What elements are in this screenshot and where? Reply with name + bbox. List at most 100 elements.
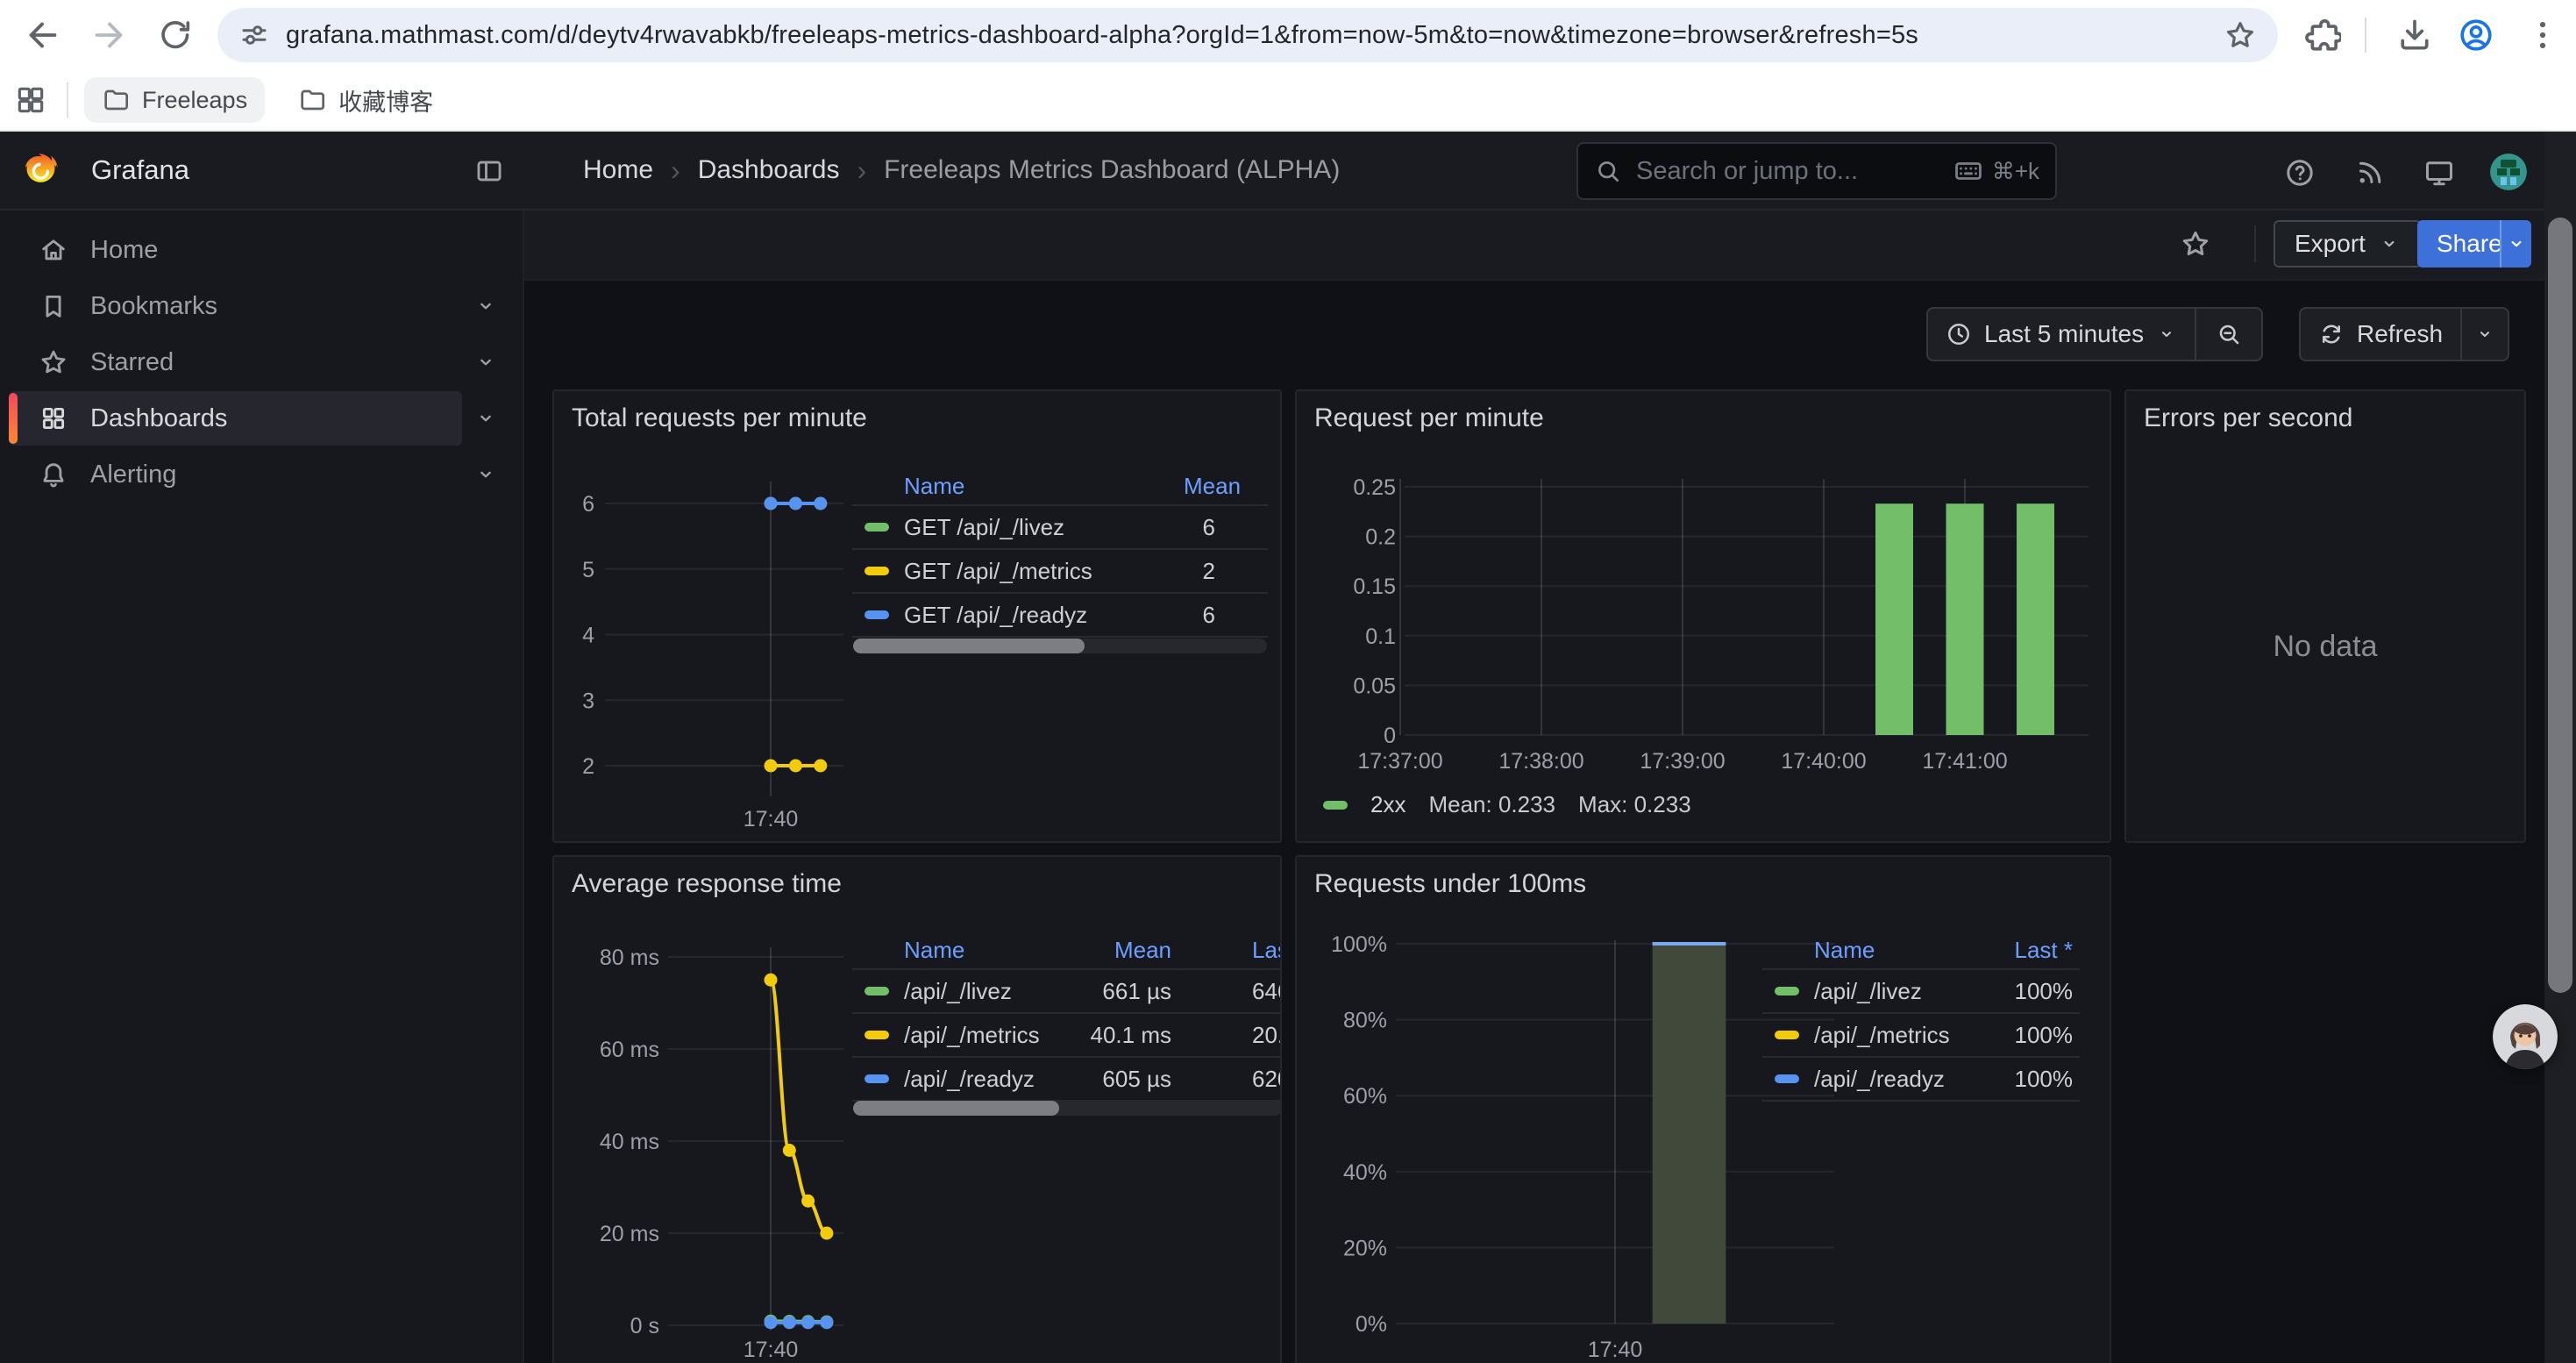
floating-assistant-avatar[interactable] (2493, 1004, 2558, 1069)
sidebar-item-bookmarks[interactable]: Bookmarks (9, 279, 462, 333)
svg-text:17:41:00: 17:41:00 (1922, 749, 2007, 774)
extensions-icon[interactable] (2302, 16, 2341, 54)
bookmarks-bar: Freeleaps 收藏博客 (0, 70, 2576, 132)
chevron-down-icon (473, 406, 498, 431)
bookmark-star-icon[interactable] (2224, 18, 2257, 52)
svg-text:3: 3 (582, 689, 594, 713)
forward-icon[interactable] (89, 15, 129, 55)
legend-row[interactable]: /api/_/metrics100% (1762, 1014, 2080, 1058)
window-scrollbar-thumb[interactable] (2548, 218, 2572, 993)
bookmark-chips: Freeleaps 收藏博客 (84, 77, 451, 123)
sidebar-item-label: Dashboards (90, 404, 227, 433)
legend-row[interactable]: /api/_/livez100% (1762, 970, 2080, 1014)
legend-header: NameMean (852, 468, 1268, 506)
share-dropdown-button[interactable] (2500, 220, 2531, 268)
panel-total-requests-per-minute: Total requests per minute 6543217:40 Nam… (552, 389, 1282, 843)
legend-row[interactable]: /api/_/readyz100% (1762, 1058, 2080, 1102)
zoom-out-button[interactable] (2196, 309, 2261, 360)
chevron-down-icon (473, 294, 498, 318)
export-button[interactable]: Export (2274, 220, 2422, 268)
legend-scrollbar[interactable] (853, 639, 1267, 653)
sidebar-item-label: Home (90, 236, 158, 265)
series-swatch (865, 1074, 889, 1083)
back-icon[interactable] (23, 15, 63, 55)
search-input[interactable] (1634, 156, 1941, 187)
panel-title[interactable]: Errors per second (2144, 403, 2352, 433)
download-icon[interactable] (2395, 16, 2434, 54)
grid-icon (39, 403, 68, 433)
legend-table: NameMeanGET /api/_/livez6GET /api/_/metr… (852, 468, 1268, 638)
actions-divider (2254, 225, 2256, 262)
favorite-star-icon[interactable] (2180, 228, 2211, 260)
series-swatch (865, 523, 889, 532)
breadcrumb-separator: › (857, 154, 866, 187)
svg-text:80%: 80% (1343, 1009, 1387, 1033)
refresh-interval-dropdown[interactable] (2462, 309, 2508, 360)
svg-text:6: 6 (582, 492, 594, 517)
svg-text:17:40: 17:40 (1588, 1338, 1643, 1362)
profile-icon[interactable] (2457, 16, 2495, 54)
series-swatch (865, 610, 889, 619)
legend-header: NameMeanLas (852, 932, 1282, 970)
legend-row[interactable]: GET /api/_/livez6 (852, 506, 1268, 550)
address-bar[interactable]: grafana.mathmast.com/d/deytv4rwavabkb/fr… (217, 8, 2278, 62)
bookmark-item[interactable]: 收藏博客 (281, 77, 451, 123)
panel-request-per-minute: Request per minute 0.250.20.150.10.05017… (1295, 389, 2111, 843)
time-range-controls: Last 5 minutes (1926, 307, 2263, 361)
legend-table: NameLast */api/_/livez100%/api/_/metrics… (1762, 932, 2080, 1102)
site-info-icon[interactable] (238, 19, 270, 51)
search-box[interactable]: ⌘+k (1576, 142, 2057, 200)
user-avatar[interactable] (2490, 153, 2527, 190)
sidebar-item-alerting[interactable]: Alerting (9, 447, 462, 502)
legend-scrollbar-thumb[interactable] (853, 1101, 1059, 1116)
svg-text:0: 0 (1384, 724, 1396, 748)
legend-row[interactable]: /api/_/livez661 µs646 (852, 970, 1282, 1014)
breadcrumb-item[interactable]: Dashboards (698, 155, 840, 185)
legend-header: NameLast * (1762, 932, 2080, 970)
url-text: grafana.mathmast.com/d/deytv4rwavabkb/fr… (286, 21, 2208, 50)
sidebar-item-label: Starred (90, 348, 174, 377)
grafana-logo[interactable] (19, 149, 61, 191)
folder-icon (298, 86, 326, 114)
sidebar-item-dashboards[interactable]: Dashboards (9, 391, 462, 446)
help-icon[interactable] (2284, 157, 2316, 189)
legend-scrollbar[interactable] (853, 1101, 1282, 1116)
series-swatch (1775, 1031, 1799, 1039)
zoom-out-icon (2216, 321, 2242, 347)
apps-grid-icon[interactable] (14, 83, 47, 117)
legend-row[interactable]: GET /api/_/readyz6 (852, 594, 1268, 638)
svg-text:0.2: 0.2 (1365, 525, 1396, 550)
sidebar-item-starred[interactable]: Starred (9, 335, 462, 389)
sidebar-collapse-icon[interactable] (474, 156, 504, 186)
legend-row[interactable]: /api/_/metrics40.1 ms20.5 r (852, 1014, 1282, 1058)
browser-toolbar: grafana.mathmast.com/d/deytv4rwavabkb/fr… (0, 0, 2576, 70)
chevron-down-icon (2505, 232, 2528, 255)
svg-text:60%: 60% (1343, 1084, 1387, 1109)
svg-text:17:40:00: 17:40:00 (1781, 749, 1866, 774)
breadcrumb-item[interactable]: Home (583, 155, 653, 185)
rss-icon[interactable] (2354, 157, 2386, 189)
bookmark-item[interactable]: Freeleaps (84, 77, 265, 123)
legend-row[interactable]: GET /api/_/metrics2 (852, 550, 1268, 594)
reload-icon[interactable] (156, 16, 195, 54)
refresh-button[interactable]: Refresh (2301, 309, 2460, 360)
time-range-picker[interactable]: Last 5 minutes (1928, 309, 2195, 360)
monitor-icon[interactable] (2423, 157, 2455, 189)
legend[interactable]: 2xx Mean: 0.233 Max: 0.233 (1323, 791, 1691, 818)
svg-text:40%: 40% (1343, 1160, 1387, 1185)
chevron-down-icon (2474, 324, 2495, 345)
bookmark-icon (39, 291, 68, 321)
chevron-down-icon (2378, 232, 2401, 255)
chevron-down-icon (473, 462, 498, 487)
svg-text:17:37:00: 17:37:00 (1357, 749, 1442, 774)
series-swatch (865, 987, 889, 995)
window-scrollbar[interactable] (2544, 132, 2576, 1363)
panel-requests-under-100ms: Requests under 100ms 100%80%60%40%20%0%1… (1295, 855, 2111, 1363)
browser-menu-icon[interactable] (2523, 16, 2562, 54)
series-swatch (865, 567, 889, 575)
svg-text:0 s: 0 s (630, 1314, 659, 1338)
sidebar-item-home[interactable]: Home (9, 223, 462, 277)
legend-scrollbar-thumb[interactable] (853, 639, 1085, 653)
legend-row[interactable]: /api/_/readyz605 µs620 (852, 1058, 1282, 1102)
breadcrumb: Home›Dashboards›Freeleaps Metrics Dashbo… (583, 132, 1340, 209)
